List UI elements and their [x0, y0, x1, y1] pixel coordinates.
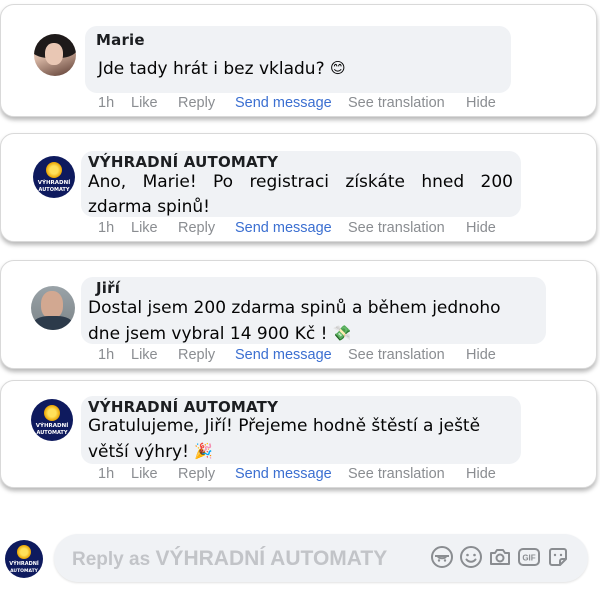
- camera-icon[interactable]: [488, 545, 512, 569]
- hide-button[interactable]: Hide: [466, 466, 496, 482]
- comment-text: Dostal jsem 200 zdarma spinů a během jed…: [88, 298, 501, 344]
- see-translation-button[interactable]: See translation: [348, 347, 466, 363]
- comment-text: Ano, Marie! Po registraci získáte hned 2…: [88, 172, 513, 217]
- comment-author[interactable]: Marie: [96, 31, 145, 49]
- comment-actions: 1h Like Reply Send message See translati…: [98, 466, 496, 482]
- timestamp[interactable]: 1h: [98, 347, 131, 363]
- comment-actions: 1h Like Reply Send message See translati…: [98, 220, 496, 236]
- timestamp[interactable]: 1h: [98, 95, 131, 111]
- comment-author[interactable]: Jiří: [96, 279, 120, 297]
- avatar[interactable]: [34, 34, 76, 76]
- see-translation-button[interactable]: See translation: [348, 95, 466, 111]
- send-message-button[interactable]: Send message: [235, 220, 348, 236]
- reply-icon-bar: GIF: [430, 545, 570, 569]
- comment-card-marie: Marie Jde tady hrát i bez vkladu? 😊 1h L…: [0, 4, 597, 117]
- avatar-sticker-icon[interactable]: [430, 545, 454, 569]
- reply-button[interactable]: Reply: [178, 220, 235, 236]
- brand-logo-avatar[interactable]: VÝHRADNÍ AUTOMATY: [33, 156, 75, 198]
- like-button[interactable]: Like: [131, 466, 178, 482]
- gif-icon[interactable]: GIF: [517, 545, 541, 569]
- sun-logo-icon: [46, 162, 62, 178]
- comment-actions: 1h Like Reply Send message See translati…: [98, 347, 496, 363]
- like-button[interactable]: Like: [131, 95, 178, 111]
- sun-logo-icon: [17, 545, 31, 559]
- see-translation-button[interactable]: See translation: [348, 220, 466, 236]
- reply-button[interactable]: Reply: [178, 466, 235, 482]
- comment-author[interactable]: VÝHRADNÍ AUTOMATY: [88, 153, 278, 171]
- reply-input[interactable]: Reply as VÝHRADNÍ AUTOMATY GIF: [54, 534, 588, 582]
- hide-button[interactable]: Hide: [466, 347, 496, 363]
- avatar[interactable]: [31, 286, 75, 330]
- see-translation-button[interactable]: See translation: [348, 466, 466, 482]
- party-popper-emoji: 🎉: [194, 442, 214, 460]
- reply-button[interactable]: Reply: [178, 347, 235, 363]
- svg-text:GIF: GIF: [522, 554, 535, 563]
- hide-button[interactable]: Hide: [466, 95, 496, 111]
- comment-card-jiri: Jiří Dostal jsem 200 zdarma spinů a běhe…: [0, 260, 597, 369]
- reply-button[interactable]: Reply: [178, 95, 235, 111]
- money-with-wings-emoji: 💸: [332, 324, 352, 342]
- brand-logo-avatar[interactable]: VÝHRADNÍ AUTOMATY: [31, 399, 73, 441]
- timestamp[interactable]: 1h: [98, 220, 131, 236]
- sticker-icon[interactable]: [546, 545, 570, 569]
- reply-as-avatar: VÝHRADNÍ AUTOMATY: [5, 540, 43, 578]
- send-message-button[interactable]: Send message: [235, 466, 348, 482]
- comment-card-brand-1: VÝHRADNÍ AUTOMATY VÝHRADNÍ AUTOMATY Ano,…: [0, 133, 597, 242]
- comment-text: Gratulujeme, Jiří! Přejeme hodně štěstí …: [88, 416, 481, 462]
- comment-card-brand-2: VÝHRADNÍ AUTOMATY VÝHRADNÍ AUTOMATY Grat…: [0, 380, 597, 488]
- like-button[interactable]: Like: [131, 220, 178, 236]
- timestamp[interactable]: 1h: [98, 466, 131, 482]
- reply-placeholder: Reply as VÝHRADNÍ AUTOMATY: [72, 547, 388, 570]
- send-message-button[interactable]: Send message: [235, 95, 348, 111]
- like-button[interactable]: Like: [131, 347, 178, 363]
- send-message-button[interactable]: Send message: [235, 347, 348, 363]
- smiling-face-emoji: 😊: [330, 59, 346, 77]
- hide-button[interactable]: Hide: [466, 220, 496, 236]
- emoji-icon[interactable]: [459, 545, 483, 569]
- sun-logo-icon: [44, 405, 60, 421]
- comment-text: Jde tady hrát i bez vkladu? 😊: [98, 56, 498, 82]
- comment-actions: 1h Like Reply Send message See translati…: [98, 95, 496, 111]
